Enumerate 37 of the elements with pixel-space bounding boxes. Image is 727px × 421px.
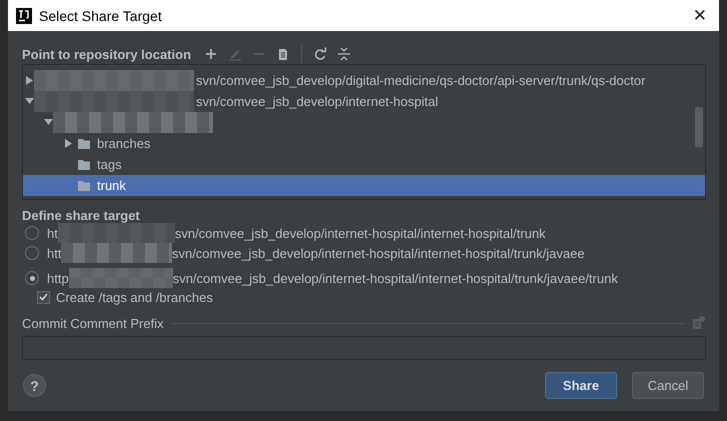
target-path: svn/comvee_jsb_develop/internet-hospital/internet-hospital/trunk/javaee (172, 246, 585, 260)
radio-button[interactable] (25, 226, 39, 240)
add-icon[interactable] (204, 47, 218, 61)
tree-item-label[interactable]: svn/comvee_jsb_develop/digital-medicine/qs-doctor/api-server/trunk/qs-doctor (194, 73, 648, 88)
field-label: Commit Comment Prefix (22, 316, 164, 330)
tree-item-label[interactable]: branches (95, 136, 152, 151)
help-button[interactable]: ? (23, 374, 46, 397)
radio-button[interactable] (25, 271, 39, 285)
folder-icon (78, 160, 90, 170)
url-prefix: http (47, 270, 69, 286)
folder-icon (78, 138, 90, 148)
tree-item-label[interactable]: svn/comvee_jsb_develop/internet-hospital (194, 94, 440, 109)
tree-item-label[interactable]: trunk (95, 178, 128, 193)
window-title: Select Share Target (39, 8, 163, 24)
section-label: Point to repository location (22, 46, 192, 62)
checkbox[interactable] (37, 290, 50, 304)
target-path: svn/comvee_jsb_develop/internet-hospital/internet-hospital/trunk/javaee/trunk (172, 270, 618, 286)
tree-row-highlight[interactable]: trunk (23, 175, 705, 196)
share-button[interactable]: Share (545, 372, 617, 399)
folder-icon (78, 180, 90, 190)
target-path: svn/comvee_jsb_develop/internet-hospital/internet-hospital/trunk (174, 226, 546, 240)
url-prefix: htt (47, 246, 62, 260)
collapsed-arrow-icon[interactable] (64, 139, 72, 148)
app-icon (16, 8, 32, 24)
scrollbar-thumb[interactable] (695, 107, 703, 147)
section-label: Define share target (22, 208, 141, 223)
checkbox-label: Create /tags and /branches (56, 290, 213, 304)
url-prefix: ht (47, 226, 58, 240)
tree-item-label[interactable]: tags (95, 157, 124, 172)
radio-button[interactable] (25, 246, 39, 260)
collapse-icon[interactable] (337, 47, 352, 61)
expanded-arrow-icon[interactable] (44, 118, 52, 127)
refresh-icon[interactable] (313, 47, 328, 61)
expanded-arrow-icon[interactable] (24, 97, 34, 106)
cancel-button[interactable]: Cancel (632, 372, 704, 399)
collapsed-arrow-icon[interactable] (24, 76, 34, 85)
close-button[interactable]: ✕ (686, 6, 713, 26)
